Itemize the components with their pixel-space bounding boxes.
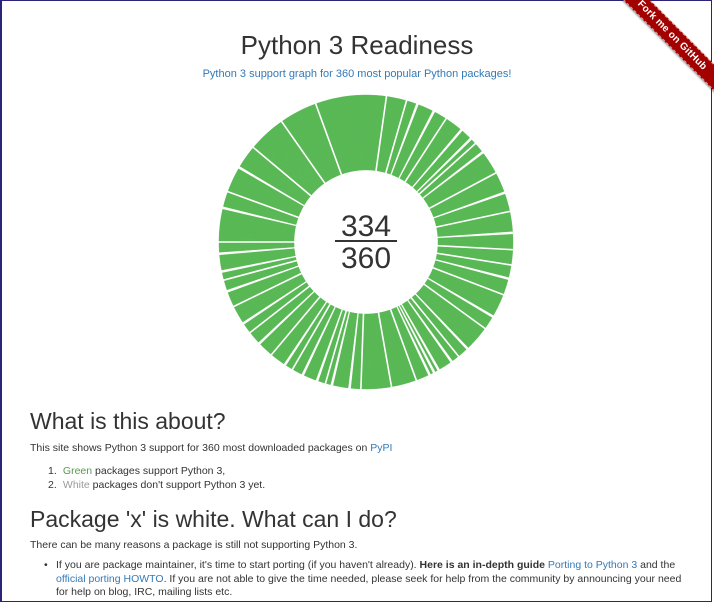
legend-white-label: White (62, 479, 90, 491)
legend-green-text: packages support Python 3, (92, 465, 226, 477)
page-title: Python 3 Readiness (240, 30, 474, 60)
official-porting-howto-link[interactable]: official porting HOWTO (56, 573, 164, 585)
legend-item-white: 2. White packages don't support Python 3… (48, 478, 265, 492)
about-intro-text: This site shows Python 3 support for 360… (30, 442, 368, 454)
faq-bullet-text-1: If you are package maintainer, it's time… (56, 559, 417, 571)
faq-bullet-text-2: and the (640, 559, 676, 571)
legend-item-number: 2. (48, 479, 57, 491)
legend-item-number: 1. (48, 465, 57, 477)
total-count: 360 (340, 242, 392, 275)
supported-count: 334 (340, 210, 392, 243)
legend-green-label: Green (62, 465, 93, 477)
about-heading: What is this about? (30, 408, 226, 434)
faq-intro: There can be many reasons a package is s… (30, 539, 358, 551)
faq-list: If you are package maintainer, it's time… (44, 559, 692, 600)
page-subtitle[interactable]: Python 3 support graph for 360 most popu… (0, 68, 714, 80)
faq-bullet: If you are package maintainer, it's time… (44, 559, 692, 600)
legend-white-text: packages don't support Python 3 yet. (89, 479, 266, 491)
faq-heading: Package 'x' is white. What can I do? (30, 506, 397, 532)
faq-bullet-bold: Here is an in-depth guide (419, 559, 545, 571)
legend-item-green: 1. Green packages support Python 3, (48, 464, 265, 478)
legend-list: 1. Green packages support Python 3, 2. W… (48, 464, 265, 492)
subtitle-link[interactable]: Python 3 support graph for 360 most popu… (203, 68, 512, 80)
porting-to-python3-link[interactable]: Porting to Python 3 (548, 559, 637, 571)
about-intro: This site shows Python 3 support for 360… (30, 442, 392, 454)
pypi-link[interactable]: PyPI (370, 442, 392, 454)
